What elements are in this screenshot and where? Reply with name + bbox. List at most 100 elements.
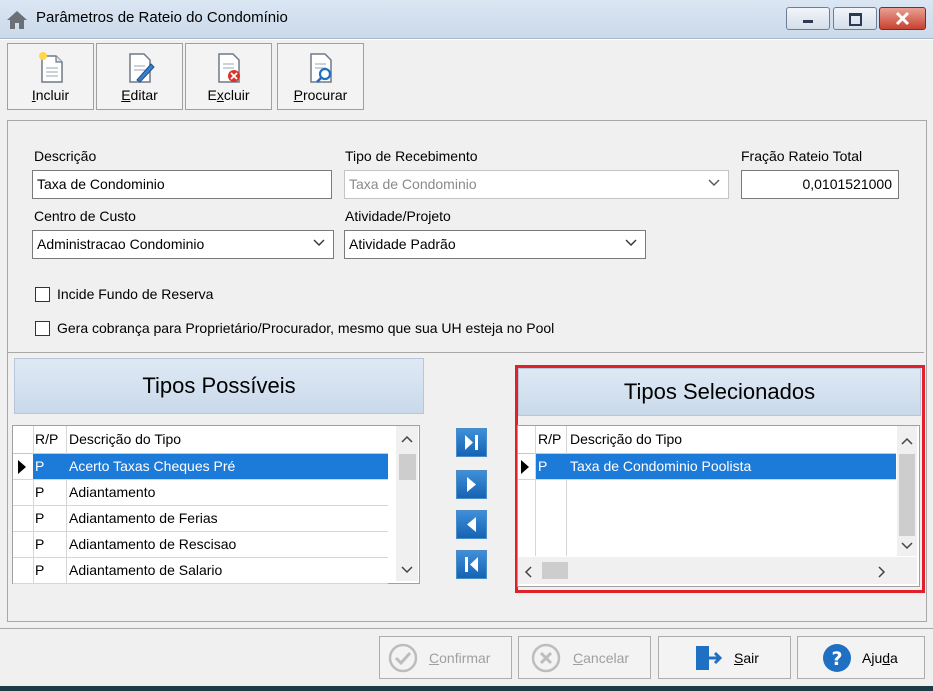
- tipo-recebimento-select[interactable]: Taxa de Condominio: [344, 170, 729, 199]
- editar-accesskey: E: [121, 87, 131, 103]
- scroll-thumb[interactable]: [399, 454, 416, 480]
- move-all-left-icon: [465, 557, 478, 572]
- sair-button[interactable]: Sair: [658, 636, 791, 679]
- toolbar-separator: [0, 39, 933, 40]
- atividade-value: Atividade Padrão: [349, 236, 456, 252]
- confirmar-button[interactable]: Confirmar: [379, 636, 512, 679]
- move-left-icon: [467, 517, 476, 532]
- incluir-button[interactable]: Incluir: [7, 43, 94, 110]
- house-icon: [7, 11, 27, 29]
- exit-door-icon: [696, 646, 723, 670]
- ajuda-button[interactable]: ? Ajuda: [797, 636, 925, 679]
- confirmar-accesskey: C: [429, 650, 440, 666]
- move-right-button[interactable]: [456, 470, 487, 499]
- move-left-button[interactable]: [456, 510, 487, 539]
- window-bottom-edge: [0, 686, 933, 691]
- scroll-corner: [897, 557, 917, 584]
- excluir-accesskey: x: [216, 87, 224, 103]
- cell-rp: P: [35, 562, 45, 578]
- close-icon: [895, 11, 910, 26]
- move-all-right-button[interactable]: [456, 428, 487, 457]
- cancel-circle-icon: [531, 643, 561, 673]
- cancelar-label: ancelar: [583, 650, 630, 666]
- possiveis-header: Tipos Possíveis: [14, 358, 424, 414]
- col-rp-header[interactable]: R/P: [35, 431, 58, 447]
- selecionados-grid: R/P Descrição do Tipo P Taxa de Condomini…: [517, 425, 920, 587]
- atividade-select[interactable]: Atividade Padrão: [344, 230, 646, 259]
- move-all-left-button[interactable]: [456, 550, 487, 579]
- excluir-button[interactable]: Excluir: [185, 43, 272, 110]
- incide-fundo-label: Incide Fundo de Reserva: [57, 286, 214, 302]
- scroll-up-icon[interactable]: [901, 437, 913, 445]
- tipo-recebimento-value: Taxa de Condominio: [349, 176, 477, 192]
- procurar-accesskey: P: [293, 87, 303, 103]
- incide-fundo-checkbox[interactable]: [35, 287, 50, 302]
- cancelar-accesskey: C: [573, 650, 584, 666]
- footer-divider: [0, 628, 933, 629]
- sair-accesskey: S: [734, 650, 744, 666]
- gera-cobranca-checkbox[interactable]: [35, 321, 50, 336]
- excluir-label-prefix: E: [207, 87, 217, 103]
- chevron-down-icon: [708, 179, 720, 186]
- scroll-right-icon[interactable]: [878, 566, 886, 578]
- section-divider: [8, 352, 924, 353]
- table-row[interactable]: P Adiantamento de Salario: [13, 558, 388, 584]
- move-all-right-icon: [465, 435, 478, 450]
- col-desc-header[interactable]: Descrição do Tipo: [570, 431, 682, 447]
- incluir-label: ncluir: [35, 87, 70, 103]
- procurar-label: rocurar: [302, 87, 348, 103]
- scroll-down-icon[interactable]: [901, 542, 913, 550]
- possiveis-vscrollbar[interactable]: [396, 426, 418, 581]
- minimize-button[interactable]: [786, 7, 830, 30]
- title-bar: Parâmetros de Rateio do Condomínio: [0, 0, 933, 39]
- fracao-input[interactable]: 0,0101521000: [741, 170, 899, 199]
- window-title: Parâmetros de Rateio do Condomínio: [36, 9, 288, 26]
- cell-rp: P: [538, 458, 548, 474]
- descricao-input[interactable]: Taxa de Condominio: [32, 170, 332, 199]
- cell-desc: Adiantamento: [69, 484, 156, 500]
- scroll-up-icon[interactable]: [401, 435, 413, 443]
- selecionados-hscrollbar[interactable]: [518, 557, 897, 584]
- cancelar-button[interactable]: Cancelar: [518, 636, 651, 679]
- cell-rp: P: [35, 484, 45, 500]
- scroll-thumb[interactable]: [899, 454, 915, 536]
- maximize-button[interactable]: [833, 7, 877, 30]
- chevron-down-icon: [313, 239, 325, 246]
- descricao-label: Descrição: [34, 148, 97, 164]
- grid-header-row: R/P Descrição do Tipo: [518, 426, 896, 454]
- cell-desc: Taxa de Condominio Poolista: [570, 458, 752, 474]
- row-indicator-icon: [521, 460, 529, 474]
- scroll-left-icon[interactable]: [524, 566, 532, 578]
- col-desc-header[interactable]: Descrição do Tipo: [69, 431, 181, 447]
- scroll-down-icon[interactable]: [401, 566, 413, 574]
- table-row[interactable]: P Adiantamento: [13, 480, 388, 506]
- cell-desc: Adiantamento de Rescisao: [69, 536, 237, 552]
- edit-document-icon: [128, 53, 155, 83]
- selecionados-vscrollbar[interactable]: [897, 426, 917, 556]
- table-row[interactable]: P Taxa de Condominio Poolista: [518, 454, 896, 480]
- cell-rp: P: [35, 510, 45, 526]
- help-circle-icon: ?: [823, 644, 851, 672]
- editar-button[interactable]: Editar: [96, 43, 183, 110]
- ajuda-label: a: [890, 650, 898, 666]
- procurar-button[interactable]: Procurar: [277, 43, 364, 110]
- check-circle-icon: [388, 643, 418, 673]
- ajuda-accesskey: d: [882, 650, 891, 666]
- svg-text:?: ?: [831, 648, 842, 670]
- cell-rp: P: [35, 458, 45, 474]
- fracao-label: Fração Rateio Total: [741, 148, 863, 164]
- possiveis-grid: R/P Descrição do Tipo P Acerto Taxas Cheq…: [12, 425, 420, 584]
- grid-header-row: R/P Descrição do Tipo: [13, 426, 388, 454]
- gera-cobranca-label: Gera cobrança para Proprietário/Procurad…: [57, 320, 555, 336]
- scroll-thumb[interactable]: [542, 562, 568, 579]
- table-row[interactable]: P Adiantamento de Ferias: [13, 506, 388, 532]
- table-row[interactable]: P Acerto Taxas Cheques Pré: [13, 454, 388, 480]
- centro-custo-select[interactable]: Administracao Condominio: [32, 230, 334, 259]
- cell-desc: Adiantamento de Salario: [69, 562, 223, 578]
- row-indicator-icon: [18, 460, 26, 474]
- table-row[interactable]: P Adiantamento de Rescisao: [13, 532, 388, 558]
- col-rp-header[interactable]: R/P: [538, 431, 561, 447]
- close-button[interactable]: [879, 7, 926, 30]
- maximize-icon: [849, 13, 862, 26]
- delete-document-icon: [217, 53, 240, 83]
